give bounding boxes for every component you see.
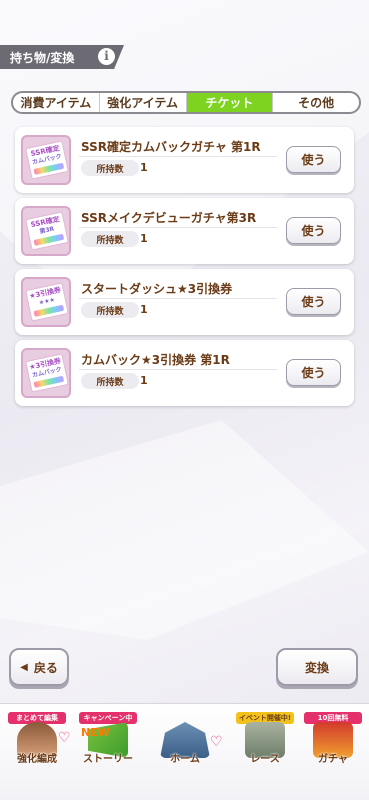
bottom-nav: まとめて編集 ♡ 強化編成 キャンペーン中 NEW ストーリー ♡ ホーム イベ…	[0, 703, 369, 800]
ticket-icon: SSR確定 第3R	[21, 206, 71, 256]
nav-label: 強化編成	[17, 754, 57, 765]
quantity-label: 所持数	[81, 160, 139, 176]
nav-badge: キャンペーン中	[79, 712, 137, 724]
info-icon[interactable]: i	[98, 48, 115, 65]
ticket-icon: SSR確定 カムバック	[21, 135, 71, 185]
item-name: SSRメイクデビューガチャ第3R	[81, 211, 257, 225]
use-button[interactable]: 使う	[286, 217, 341, 244]
item-name: SSR確定カムバックガチャ 第1R	[81, 140, 261, 154]
ticket-icon: ★3引換券 ★★★	[21, 277, 71, 327]
use-button[interactable]: 使う	[286, 359, 341, 386]
list-item: SSR確定 カムバック SSR確定カムバックガチャ 第1R 所持数 1 使う	[15, 127, 354, 193]
convert-button-label: 変換	[304, 660, 329, 675]
quantity-label: 所持数	[81, 373, 139, 389]
list-item: ★3引換券 カムバック カムバック★3引換券 第1R 所持数 1 使う	[15, 340, 354, 406]
convert-button[interactable]: 変換	[276, 648, 358, 686]
tab-consumable[interactable]: 消費アイテム	[13, 93, 100, 112]
tab-other[interactable]: その他	[273, 93, 359, 112]
category-tabs: 消費アイテム 強化アイテム チケット その他	[11, 91, 361, 114]
item-name: カムバック★3引換券 第1R	[81, 353, 230, 367]
heart-icon: ♡	[58, 730, 71, 746]
quantity-value: 1	[140, 161, 148, 174]
nav-label: ストーリー	[83, 754, 133, 765]
nav-label: レース	[250, 754, 280, 765]
item-list: SSR確定 カムバック SSR確定カムバックガチャ 第1R 所持数 1 使う SS…	[15, 127, 354, 411]
back-button[interactable]: ◀ 戻る	[9, 648, 69, 686]
quantity-label: 所持数	[81, 302, 139, 318]
heart-icon: ♡	[210, 734, 223, 750]
divider	[79, 227, 277, 228]
page-title: 持ち物/変換	[10, 50, 75, 65]
nav-item-gacha[interactable]: 10回無料 ガチャ	[298, 704, 368, 800]
nav-item-race[interactable]: イベント開催中! レース	[230, 704, 300, 800]
quantity-value: 1	[140, 303, 148, 316]
nav-label: ホーム	[170, 754, 200, 765]
tab-ticket[interactable]: チケット	[186, 93, 274, 112]
ticket-icon: ★3引換券 カムバック	[21, 348, 71, 398]
use-button[interactable]: 使う	[286, 146, 341, 173]
quantity-value: 1	[140, 374, 148, 387]
nav-item-enhance[interactable]: まとめて編集 ♡ 強化編成	[2, 704, 72, 800]
quantity-label: 所持数	[81, 231, 139, 247]
new-badge: NEW	[81, 726, 110, 739]
list-item: ★3引換券 ★★★ スタートダッシュ★3引換券 所持数 1 使う	[15, 269, 354, 335]
use-button[interactable]: 使う	[286, 288, 341, 315]
divider	[79, 298, 277, 299]
background-facet	[0, 420, 369, 640]
list-item: SSR確定 第3R SSRメイクデビューガチャ第3R 所持数 1 使う	[15, 198, 354, 264]
divider	[79, 156, 277, 157]
nav-item-story[interactable]: キャンペーン中 NEW ストーリー	[73, 704, 143, 800]
back-arrow-icon: ◀	[20, 661, 28, 673]
quantity-value: 1	[140, 232, 148, 245]
nav-label: ガチャ	[318, 754, 348, 765]
item-name: スタートダッシュ★3引換券	[81, 282, 233, 296]
back-button-label: 戻る	[33, 660, 58, 675]
tab-enhancement[interactable]: 強化アイテム	[100, 93, 187, 112]
nav-item-home[interactable]: ♡ ホーム	[150, 704, 223, 800]
divider	[79, 369, 277, 370]
